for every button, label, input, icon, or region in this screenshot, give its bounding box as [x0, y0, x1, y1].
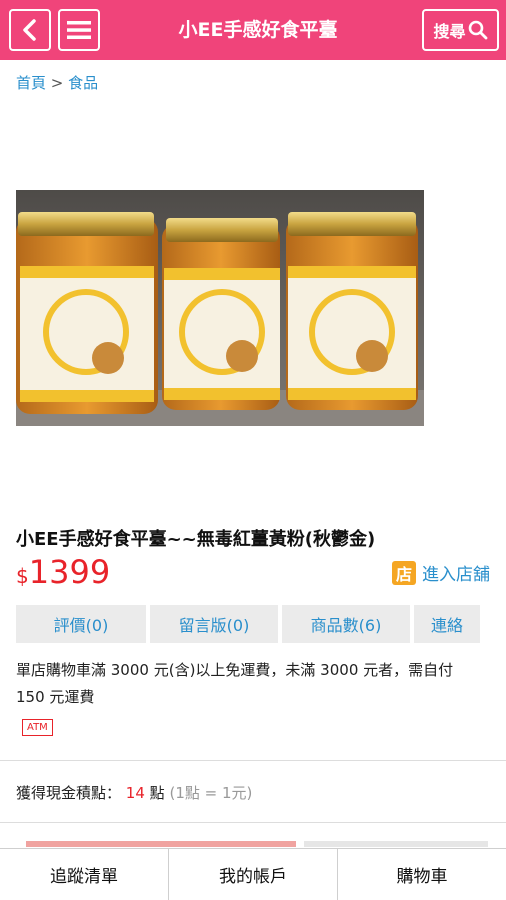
product-photo-illustration: [16, 190, 424, 426]
divider: [0, 760, 506, 761]
hamburger-icon: [67, 21, 91, 39]
nav-my-account[interactable]: 我的帳戶: [169, 849, 338, 900]
product-tabs: 評價(0) 留言版(0) 商品數(6) 連絡: [16, 605, 480, 643]
app-header: 小EE手感好食平臺 搜尋: [0, 0, 506, 60]
product-image[interactable]: [16, 190, 424, 426]
enter-store-label: 進入店舖: [422, 565, 490, 585]
product-price: $1399: [16, 553, 110, 591]
product-title: 小EE手感好食平臺~~無毒紅薑黃粉(秋鬱金): [16, 529, 376, 550]
tab-reviews[interactable]: 評價(0): [16, 605, 146, 643]
breadcrumb-separator: >: [50, 74, 64, 92]
points-label: 獲得現金積點：: [16, 784, 122, 802]
search-icon: [468, 20, 487, 40]
app-title: 小EE手感好食平臺: [178, 19, 338, 41]
breadcrumb-category[interactable]: 食品: [68, 74, 98, 92]
shipping-note: 單店購物車滿 3000 元(含)以上免運費，未滿 3000 元者，需自付 150…: [16, 661, 454, 706]
store-icon: 店: [392, 560, 416, 585]
tab-contact[interactable]: 連絡: [414, 605, 480, 643]
nav-watchlist[interactable]: 追蹤清單: [0, 849, 169, 900]
search-label: 搜尋: [433, 22, 466, 41]
action-button-edge: [304, 841, 488, 847]
enter-store-link[interactable]: 店 進入店舖: [392, 560, 490, 585]
action-button-edge: [26, 841, 296, 847]
back-button[interactable]: [9, 9, 51, 51]
search-button[interactable]: 搜尋: [422, 9, 499, 51]
breadcrumb: 首頁 > 食品: [16, 72, 98, 93]
menu-button[interactable]: [58, 9, 100, 51]
points-unit: 點: [149, 784, 165, 802]
nav-cart[interactable]: 購物車: [338, 849, 506, 900]
price-currency: $: [16, 564, 29, 588]
divider: [0, 822, 506, 823]
points-value: 14: [125, 784, 145, 802]
tab-product-count[interactable]: 商品數(6): [282, 605, 410, 643]
payment-badge-atm: ATM: [22, 719, 53, 736]
breadcrumb-home[interactable]: 首頁: [16, 74, 46, 92]
price-amount: 1399: [28, 553, 111, 591]
points-note: (1點 = 1元): [169, 784, 253, 802]
bottom-nav: 追蹤清單 我的帳戶 購物車: [0, 848, 506, 900]
cash-points: 獲得現金積點： 14 點 (1點 = 1元): [16, 782, 252, 803]
chevron-left-icon: [23, 19, 36, 41]
tab-message-board[interactable]: 留言版(0): [150, 605, 278, 643]
